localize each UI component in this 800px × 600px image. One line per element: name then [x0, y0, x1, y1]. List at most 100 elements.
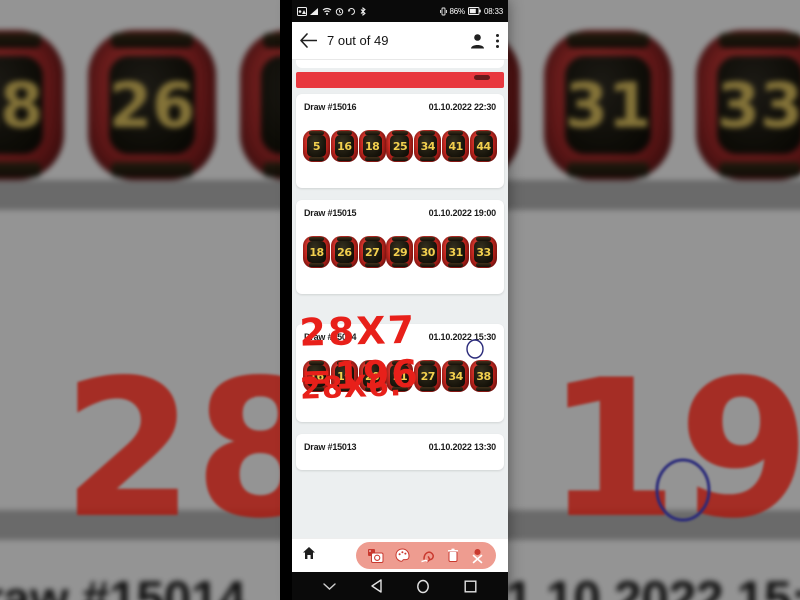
- lottery-ball: 25: [386, 130, 414, 162]
- ball-number: 27: [362, 241, 382, 263]
- draw-datetime: 01.10.2022 19:00: [428, 208, 497, 218]
- status-bar: 86% 08:33: [292, 0, 508, 22]
- battery-icon: [467, 7, 481, 15]
- lottery-ball: 19: [330, 360, 358, 392]
- background-draw-id-bottom: Draw #15014: [0, 571, 246, 600]
- draw-numbers: 16 19 20 21 27 34 38: [302, 360, 498, 392]
- background-ball-number: 26: [109, 56, 195, 154]
- edit-tools-pill: [356, 542, 496, 569]
- partial-card-stub: [296, 60, 504, 68]
- banner-mark: [474, 75, 490, 80]
- chevron-down-icon[interactable]: [323, 582, 336, 591]
- lottery-ball: 16: [330, 130, 358, 162]
- draw-card[interactable]: Draw #15013 01.10.2022 13:30: [296, 434, 504, 470]
- ball-number: 26: [334, 241, 354, 263]
- lottery-ball: 34: [442, 360, 470, 392]
- more-vert-icon[interactable]: [495, 33, 500, 49]
- lottery-ball: 20: [358, 360, 386, 392]
- signal-icon: [310, 7, 318, 15]
- recents-icon[interactable]: [464, 580, 477, 593]
- sync-icon: [348, 7, 355, 15]
- draw-id: Draw #15014: [304, 332, 357, 342]
- status-bar-right: 86% 08:33: [439, 7, 503, 16]
- ball-number: 34: [418, 135, 438, 157]
- draw-id: Draw #15015: [304, 208, 357, 218]
- page-title: 7 out of 49: [327, 33, 389, 48]
- screenshot-toolbar: [292, 538, 508, 572]
- screenshot-icon[interactable]: [367, 548, 384, 564]
- draw-datetime: 01.10.2022 15:30: [428, 332, 497, 342]
- home-icon[interactable]: [416, 579, 430, 594]
- back-arrow-icon[interactable]: [300, 33, 317, 48]
- ball-number: 5: [307, 135, 326, 157]
- ball-number: 33: [473, 241, 493, 263]
- draw-datetime: 01.10.2022 22:30: [428, 102, 497, 112]
- ball-number: 18: [307, 241, 326, 263]
- close-icon[interactable]: [470, 548, 485, 564]
- draw-card-header: Draw #15015 01.10.2022 19:00: [302, 208, 498, 218]
- delete-icon[interactable]: [447, 548, 459, 563]
- lottery-ball: 27: [414, 360, 442, 392]
- lottery-ball: 18: [303, 236, 330, 268]
- ball-number: 31: [446, 241, 466, 263]
- lottery-ball: 5: [303, 130, 330, 162]
- draw-card[interactable]: Draw #15016 01.10.2022 22:30 5 16 18 25 …: [296, 94, 504, 188]
- lottery-ball: 21: [386, 360, 414, 392]
- draw-numbers: 18 26 27 29 30 31 33: [302, 236, 498, 268]
- home-icon[interactable]: [302, 546, 316, 565]
- draw-numbers: 5 16 18 25 34 41 44: [302, 130, 498, 162]
- background-ball: 33: [696, 30, 800, 180]
- lottery-ball: 29: [386, 236, 414, 268]
- lottery-ball: 31: [442, 236, 470, 268]
- ball-number: 30: [418, 241, 438, 263]
- background-ball-number: 33: [717, 56, 800, 154]
- sim-icon: [297, 6, 307, 16]
- left-edge-strip: [280, 0, 292, 600]
- back-icon[interactable]: [370, 579, 383, 593]
- ball-number: 25: [390, 135, 410, 157]
- ball-number: 18: [362, 135, 382, 157]
- account-icon[interactable]: [470, 33, 485, 49]
- lottery-ball: 16: [303, 360, 330, 392]
- ball-number: 34: [446, 365, 466, 387]
- ball-number: 20: [362, 365, 382, 387]
- ball-number: 19: [334, 365, 354, 387]
- draw-card-header: Draw #15013 01.10.2022 13:30: [302, 442, 498, 452]
- background-ball-number: 18: [0, 56, 43, 154]
- ball-number: 16: [307, 365, 326, 387]
- palette-icon[interactable]: [395, 548, 410, 563]
- lottery-ball: 33: [469, 236, 497, 268]
- draw-datetime: 01.10.2022 13:30: [428, 442, 497, 452]
- ball-number: 27: [418, 365, 438, 387]
- app-bar: 7 out of 49: [292, 22, 508, 60]
- draw-card[interactable]: Draw #15014 01.10.2022 15:30 16 19 20 21…: [296, 324, 504, 422]
- bluetooth-icon: [360, 6, 366, 16]
- draw-id: Draw #15013: [304, 442, 357, 452]
- lottery-ball: 27: [358, 236, 386, 268]
- lottery-ball: 26: [330, 236, 358, 268]
- background-circle-annotation: [655, 458, 711, 522]
- draw-id: Draw #15016: [304, 102, 357, 112]
- undo-icon[interactable]: [420, 548, 437, 564]
- lottery-ball: 18: [358, 130, 386, 162]
- background-draw-date-bottom: 01.10.2022 15:30: [477, 571, 800, 600]
- background-ball-number: 31: [565, 56, 651, 154]
- alarm-icon: [335, 7, 344, 16]
- draw-card-header: Draw #15016 01.10.2022 22:30: [302, 102, 498, 112]
- lottery-ball: 41: [442, 130, 470, 162]
- lottery-ball: 38: [469, 360, 497, 392]
- phone-screenshot: 86% 08:33 7 out of 49 Draw #15016 01.10.…: [292, 0, 508, 600]
- background-ball: 26: [88, 30, 216, 180]
- wifi-icon: [322, 7, 332, 15]
- draw-card-header: Draw #15014 01.10.2022 15:30: [302, 332, 498, 342]
- ball-number: 29: [390, 241, 410, 263]
- lottery-ball: 34: [414, 130, 442, 162]
- ball-number: 16: [334, 135, 354, 157]
- ball-number: 21: [390, 365, 410, 387]
- background-ball: 18: [0, 30, 64, 180]
- draw-card[interactable]: Draw #15015 01.10.2022 19:00 18 26 27 29…: [296, 200, 504, 294]
- status-bar-left-icons: [297, 6, 367, 16]
- draw-list[interactable]: Draw #15016 01.10.2022 22:30 5 16 18 25 …: [292, 60, 508, 538]
- promo-banner[interactable]: [296, 72, 504, 88]
- background-ball: 31: [544, 30, 672, 180]
